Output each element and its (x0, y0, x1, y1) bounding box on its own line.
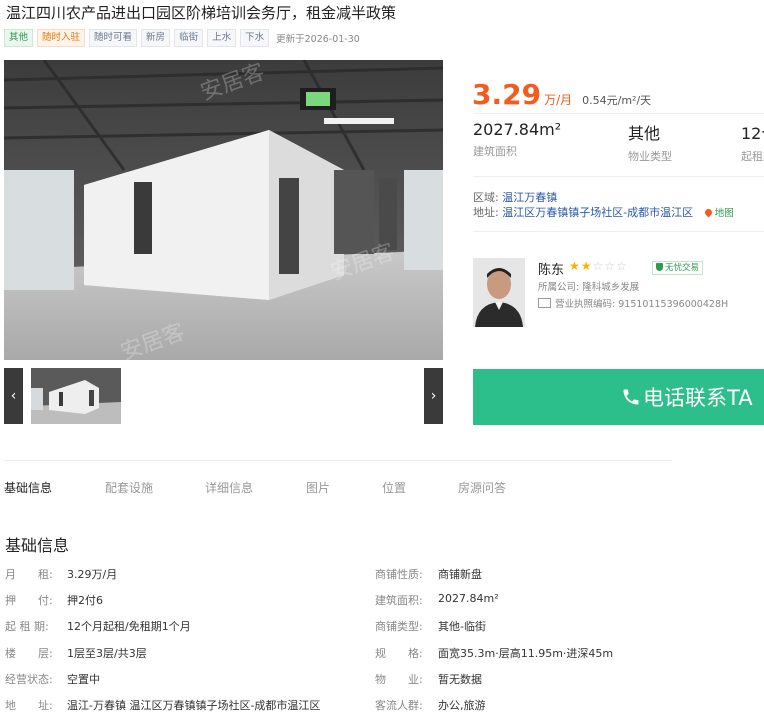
phone-icon (623, 389, 639, 405)
agent-license: 营业执照编码: 91510115396000428H (538, 296, 728, 310)
info-value: 空置中 (67, 673, 100, 686)
map-link[interactable]: 地图 (715, 208, 734, 219)
info-label: 押 付: (5, 594, 53, 607)
star-empty-icon: ☆ (604, 259, 617, 273)
divider (4, 460, 672, 461)
address-label: 地址: (473, 206, 499, 219)
info-value: 办公,旅游 (438, 699, 486, 712)
info-label: 地 址: (5, 699, 53, 712)
thumbnail-image (31, 368, 121, 424)
company-name: 隆科城乡发展 (582, 282, 640, 293)
spec-label: 建筑面积 (473, 145, 517, 158)
trust-badge: 无忧交易 (652, 261, 704, 275)
badge-label: 无忧交易 (665, 263, 700, 273)
star-empty-icon: ☆ (592, 259, 605, 273)
info-label: 客流人群: (375, 699, 423, 712)
photo-thumbnail[interactable] (31, 368, 121, 424)
info-label: 商铺性质: (375, 568, 423, 581)
tab-details[interactable]: 详细信息 (205, 479, 253, 496)
tag: 下水 (240, 29, 270, 47)
tag: 新房 (141, 29, 171, 47)
tag: 临街 (174, 29, 204, 47)
tab-basic-info[interactable]: 基础信息 (4, 479, 52, 496)
tag: 其他 (4, 29, 34, 47)
spec-property-type: 其他 物业类型 (628, 120, 672, 164)
map-pin-icon (703, 207, 714, 218)
price-amount: 3.29 (472, 78, 542, 111)
agent-avatar[interactable] (473, 258, 525, 327)
tag: 上水 (207, 29, 237, 47)
company-label: 所属公司: (538, 282, 580, 293)
office-interior-image: 安居客 安居客 安居客 (4, 60, 443, 360)
shield-icon (656, 263, 663, 271)
spec-label: 物业类型 (628, 150, 672, 163)
license-number: 91510115396000428H (618, 299, 729, 310)
spec-row: 2027.84m² 建筑面积 其他 物业类型 12个月 起租期 (473, 120, 764, 164)
info-label: 商铺类型: (375, 620, 423, 633)
info-label: 经营状态: (5, 673, 53, 686)
info-value: 3.29万/月 (67, 568, 118, 581)
spec-value: 12个月 (741, 124, 764, 143)
district-label: 区域: (473, 191, 499, 204)
spec-label: 起租期 (741, 150, 764, 163)
next-photo-button[interactable]: › (424, 368, 443, 424)
info-value: 温江-万春镇 温江区万春镇镇子场社区-成都市温江区 (67, 699, 321, 712)
section-title: 基础信息 (5, 536, 70, 555)
address-link[interactable]: 温江区万春镇镇子场社区-成都市温江区 (502, 206, 693, 219)
prev-photo-button[interactable]: ‹ (4, 368, 23, 424)
info-label: 规 格: (375, 647, 423, 660)
info-label: 物 业: (375, 673, 423, 686)
info-value: 押2付6 (67, 594, 103, 607)
star-filled-icon: ★ (569, 259, 581, 273)
listing-title: 温江四川农产品进出口园区阶梯培训会务厅，租金减半政策 (6, 4, 397, 22)
tag-list: 其他 随时入驻 随时可看 新房 临街 上水 下水 更新于2026-01-30 (4, 29, 360, 47)
tag: 随时可看 (89, 29, 138, 47)
thumbnail-strip: ‹ › (4, 368, 443, 424)
price-unit: 万/月 (544, 93, 573, 107)
chevron-left-icon: ‹ (10, 388, 17, 404)
tab-facilities[interactable]: 配套设施 (105, 479, 153, 496)
district-row: 区域: 温江万春镇 (473, 189, 557, 205)
info-value: 1层至3层/共3层 (67, 647, 147, 660)
call-agent-button[interactable]: 电话联系TA (473, 369, 764, 425)
divider (473, 113, 764, 114)
price-block: 3.29 万/月 0.54元/m²/天 (472, 78, 651, 111)
agent-avatar-image (473, 258, 525, 327)
spec-value: 2027.84m² (473, 120, 562, 139)
info-value: 其他-临街 (438, 620, 486, 633)
star-filled-icon: ★ (580, 259, 593, 273)
address-row: 地址: 温江区万春镇镇子场社区-成都市温江区 地图 (473, 204, 734, 220)
tab-location[interactable]: 位置 (382, 479, 406, 496)
chevron-right-icon: › (430, 388, 437, 404)
star-empty-icon: ☆ (616, 259, 628, 273)
tab-photos[interactable]: 图片 (306, 479, 330, 496)
agent-rating: ★★☆☆☆ (569, 259, 628, 273)
district-link[interactable]: 温江万春镇 (502, 191, 557, 204)
info-value: 暂无数据 (438, 673, 482, 686)
info-label: 楼 层: (5, 647, 53, 660)
info-label: 起 租 期: (5, 620, 49, 633)
tag: 随时入驻 (37, 29, 86, 47)
info-value: 12个月起租/免租期1个月 (67, 620, 191, 633)
info-label: 月 租: (5, 568, 53, 581)
spec-area: 2027.84m² 建筑面积 (473, 120, 561, 159)
divider (473, 176, 764, 177)
info-label: 建筑面积: (375, 594, 423, 607)
tab-qa[interactable]: 房源问答 (458, 479, 506, 496)
info-value: 2027.84m² (438, 592, 499, 605)
main-photo[interactable]: 安居客 安居客 安居客 (4, 60, 443, 360)
spec-lease-term: 12个月 起租期 (741, 120, 764, 164)
info-value: 商铺新盘 (438, 568, 482, 581)
license-icon (538, 298, 551, 308)
spec-value: 其他 (628, 124, 661, 143)
updated-date: 更新于2026-01-30 (276, 34, 360, 45)
info-value: 面宽35.3m·层高11.95m·进深45m (438, 647, 614, 660)
agent-name[interactable]: 陈东 (538, 259, 564, 278)
agent-company: 所属公司: 隆科城乡发展 (538, 279, 639, 293)
call-button-label: 电话联系TA (643, 386, 753, 410)
price-per-day: 0.54元/m²/天 (582, 94, 652, 107)
divider (473, 231, 764, 232)
license-label: 营业执照编码: (555, 299, 616, 310)
